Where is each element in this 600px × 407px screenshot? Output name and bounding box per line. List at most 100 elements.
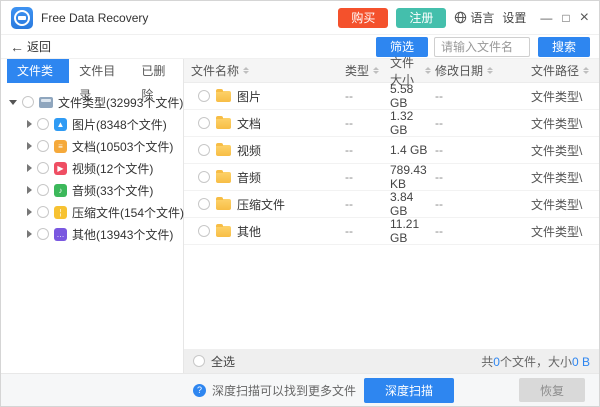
toolbar: ← 返回 筛选 搜索 [1,35,599,59]
register-button[interactable]: 注册 [396,8,446,28]
expand-icon[interactable] [27,230,32,238]
row-type: -- [341,143,386,157]
tree-item-audio[interactable]: ♪ 音频(33个文件) [1,179,183,201]
tree-item-checkbox[interactable] [37,140,49,152]
row-name: 文档 [237,115,261,132]
recover-button[interactable]: 恢复 [519,378,585,402]
tree-item-checkbox[interactable] [37,162,49,174]
language-button[interactable]: 语言 [454,9,494,26]
selection-bar: 全选 共0个文件，大小0 B [184,349,599,373]
row-date: -- [431,89,526,103]
expand-icon[interactable] [27,164,32,172]
globe-icon [454,11,467,24]
row-date: -- [431,197,526,211]
row-path: 文件类型\ [526,169,599,186]
folder-icon [216,226,231,237]
row-date: -- [431,170,526,184]
table-row[interactable]: 音频 -- 789.43 KB -- 文件类型\ [184,164,599,191]
table-row[interactable]: 压缩文件 -- 3.84 GB -- 文件类型\ [184,191,599,218]
column-type[interactable]: 类型 [341,62,386,79]
file-table: 文件名称 类型 文件大小 修改日期 文件路径 图片 [184,59,599,373]
buy-button[interactable]: 购买 [338,8,388,28]
tree-item-checkbox[interactable] [37,228,49,240]
table-row[interactable]: 文档 -- 1.32 GB -- 文件类型\ [184,110,599,137]
column-file-name[interactable]: 文件名称 [184,62,341,79]
deep-scan-button[interactable]: 深度扫描 [364,378,454,403]
folder-icon [216,145,231,156]
table-header: 文件名称 类型 文件大小 修改日期 文件路径 [184,59,599,83]
row-path: 文件类型\ [526,88,599,105]
audio-type-icon: ♪ [54,184,67,197]
search-input[interactable] [434,37,530,57]
row-size: 789.43 KB [386,163,431,191]
row-name: 音频 [237,169,261,186]
row-checkbox[interactable] [198,171,210,183]
window-controls: — □ × [540,11,589,25]
title-bar: Free Data Recovery 购买 注册 语言 设置 — □ × [1,1,599,35]
titlebar-actions: 购买 注册 语言 设置 — □ × [338,8,589,28]
tree-item-checkbox[interactable] [37,206,49,218]
select-all-checkbox[interactable] [193,355,205,367]
row-type: -- [341,170,386,184]
expand-icon[interactable] [27,208,32,216]
row-checkbox[interactable] [198,144,210,156]
collapse-icon[interactable] [9,100,17,105]
close-button[interactable]: × [580,11,589,25]
table-row[interactable]: 图片 -- 5.58 GB -- 文件类型\ [184,83,599,110]
row-type: -- [341,89,386,103]
select-all-label[interactable]: 全选 [211,353,235,370]
row-size: 3.84 GB [386,190,431,218]
sort-icon[interactable] [487,67,493,74]
row-path: 文件类型\ [526,142,599,159]
deep-scan-hint: 深度扫描可以找到更多文件 [212,382,356,399]
tree-item-videos[interactable]: ▶ 视频(12个文件) [1,157,183,179]
tree-item-checkbox[interactable] [37,118,49,130]
sidebar: 文件类型 文件目录 已删除 文件类型(32993个文件) ▲ 图片(8348个文… [1,59,184,373]
table-row[interactable]: 视频 -- 1.4 GB -- 文件类型\ [184,137,599,164]
table-row[interactable]: 其他 -- 11.21 GB -- 文件类型\ [184,218,599,245]
minimize-button[interactable]: — [540,11,552,25]
row-name: 视频 [237,142,261,159]
row-path: 文件类型\ [526,196,599,213]
footer-bar: ? 深度扫描可以找到更多文件 深度扫描 恢复 [1,373,599,406]
maximize-button[interactable]: □ [562,11,569,25]
expand-icon[interactable] [27,142,32,150]
row-checkbox[interactable] [198,90,210,102]
tree-item-archives[interactable]: ¦ 压缩文件(154个文件) [1,201,183,223]
sort-icon[interactable] [583,67,589,74]
row-checkbox[interactable] [198,198,210,210]
settings-button[interactable]: 设置 [502,9,526,26]
folder-icon [216,118,231,129]
sort-icon[interactable] [373,67,379,74]
back-button[interactable]: ← 返回 [10,38,51,55]
tree-item-label: 其他(13943个文件) [72,226,173,243]
tab-file-type[interactable]: 文件类型 [7,59,69,83]
folder-icon [216,172,231,183]
archive-type-icon: ¦ [54,206,67,219]
selected-size: 0 B [572,355,590,369]
tree-root-checkbox[interactable] [22,96,34,108]
sort-icon[interactable] [243,67,249,74]
tree-item-label: 音频(33个文件) [72,182,153,199]
row-checkbox[interactable] [198,225,210,237]
other-type-icon: … [54,228,67,241]
row-path: 文件类型\ [526,223,599,240]
file-type-tree: 文件类型(32993个文件) ▲ 图片(8348个文件) ≡ 文档(10503个… [1,83,183,245]
row-name: 压缩文件 [237,196,285,213]
tree-item-other[interactable]: … 其他(13943个文件) [1,223,183,245]
tab-file-directory[interactable]: 文件目录 [69,59,131,83]
column-file-path[interactable]: 文件路径 [526,62,599,79]
row-size: 1.32 GB [386,109,431,137]
column-modified-date[interactable]: 修改日期 [431,62,526,79]
expand-icon[interactable] [27,120,32,128]
computer-icon [39,97,53,108]
tree-item-documents[interactable]: ≡ 文档(10503个文件) [1,135,183,157]
row-size: 5.58 GB [386,82,431,110]
selection-summary: 共0个文件，大小0 B [481,353,590,370]
expand-icon[interactable] [27,186,32,194]
tree-item-images[interactable]: ▲ 图片(8348个文件) [1,113,183,135]
search-button[interactable]: 搜索 [538,37,590,57]
tab-deleted[interactable]: 已删除 [131,59,183,83]
row-checkbox[interactable] [198,117,210,129]
tree-item-checkbox[interactable] [37,184,49,196]
